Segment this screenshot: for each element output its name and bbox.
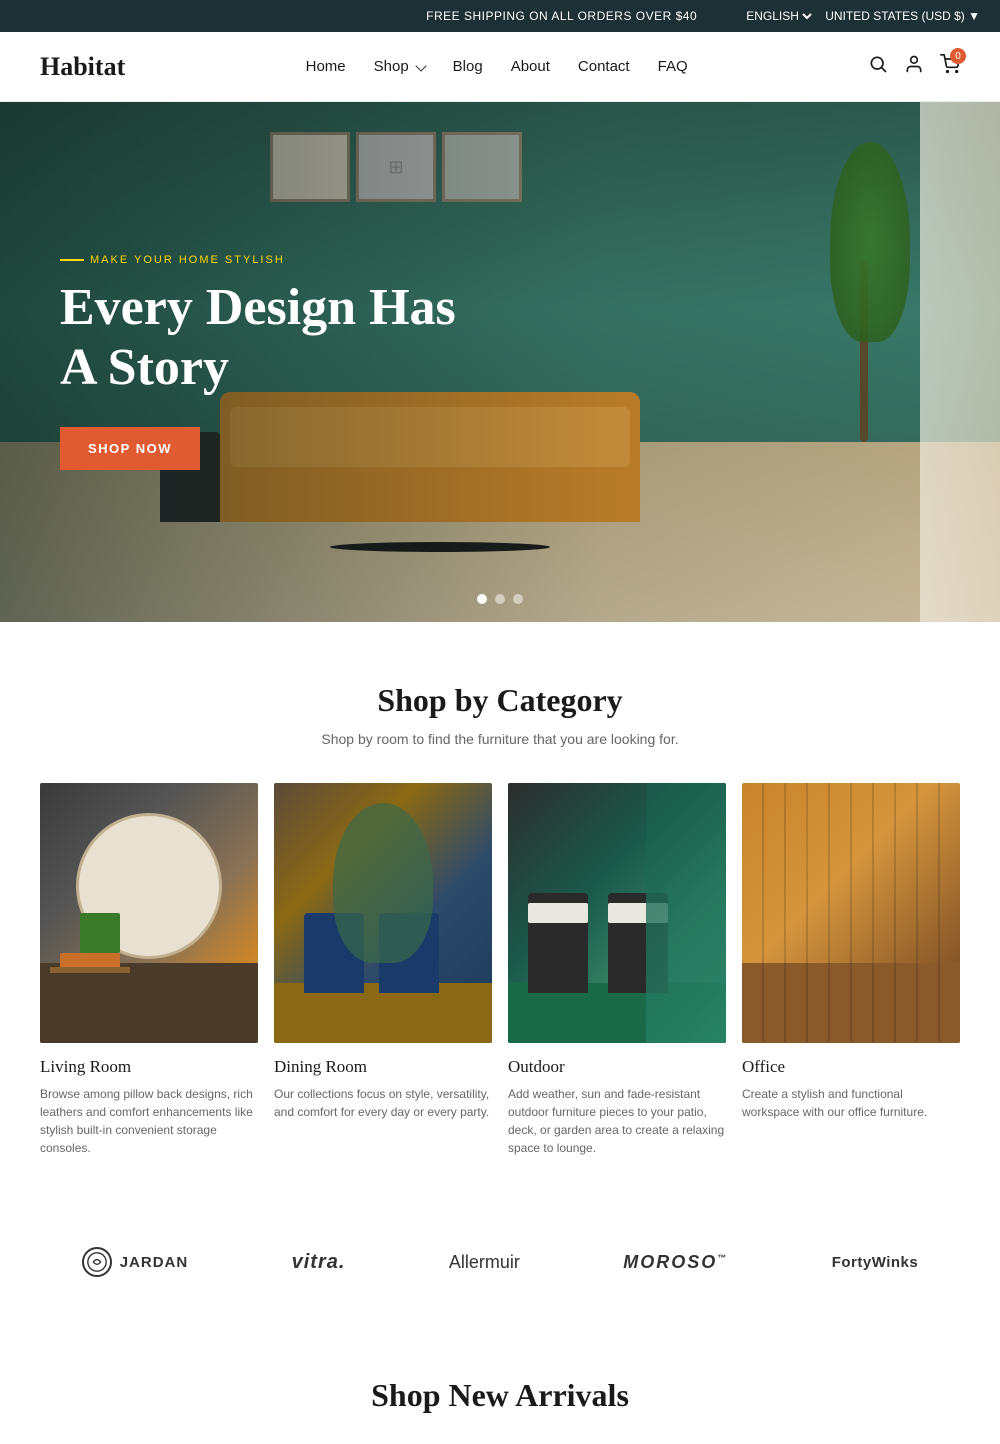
shop-by-category-section: Shop by Category Shop by room to find th… [0, 622, 1000, 1197]
nav-home[interactable]: Home [306, 58, 346, 75]
site-header: Habitat Home Shop Blog About Contact FAQ [0, 32, 1000, 102]
jardan-icon [82, 1247, 112, 1277]
top-bar-right: ENGLISH UNITED STATES (USD $) ▼ [742, 8, 980, 24]
category-living-room-desc: Browse among pillow back designs, rich l… [40, 1085, 258, 1157]
hero-dot-3[interactable] [513, 594, 523, 604]
brand-jardan-label: JARDAN [120, 1254, 189, 1271]
category-outdoor-desc: Add weather, sun and fade-resistant outd… [508, 1085, 726, 1157]
category-living-room-name: Living Room [40, 1057, 258, 1077]
nav-shop[interactable]: Shop [374, 58, 425, 75]
category-dining-room-image [274, 783, 492, 1043]
new-arrivals-title: Shop New Arrivals [40, 1377, 960, 1414]
category-dining-room-desc: Our collections focus on style, versatil… [274, 1085, 492, 1121]
shipping-announcement: FREE SHIPPING ON ALL ORDERS OVER $40 [381, 9, 742, 23]
hero-title: Every Design Has A Story [60, 278, 480, 398]
brand-moroso[interactable]: MOROSO™ [623, 1252, 728, 1273]
brand-allermuir[interactable]: Allermuir [449, 1252, 520, 1273]
category-dining-room-name: Dining Room [274, 1057, 492, 1077]
shop-chevron-icon [415, 60, 426, 71]
category-office[interactable]: Office Create a stylish and functional w… [742, 783, 960, 1157]
category-outdoor-image [508, 783, 726, 1043]
shop-category-subtitle: Shop by room to find the furniture that … [40, 731, 960, 747]
category-office-image [742, 783, 960, 1043]
brand-moroso-label: MOROSO™ [623, 1252, 728, 1273]
category-dining-room[interactable]: Dining Room Our collections focus on sty… [274, 783, 492, 1157]
shop-category-title: Shop by Category [40, 682, 960, 719]
new-arrivals-section: Shop New Arrivals [0, 1327, 1000, 1444]
brand-jardan[interactable]: JARDAN [82, 1247, 189, 1277]
header-icons: 0 [868, 54, 960, 79]
brand-vitra-label: vitra. [292, 1251, 346, 1274]
hero-section: ⊞ MAKE YOUR HOME STYLISH Every Design Ha… [0, 102, 1000, 622]
category-living-room-image [40, 783, 258, 1043]
search-icon[interactable] [868, 54, 888, 79]
category-outdoor-name: Outdoor [508, 1057, 726, 1077]
brands-section: JARDAN vitra. Allermuir MOROSO™ FortyWin… [0, 1197, 1000, 1327]
language-selector[interactable]: ENGLISH [742, 8, 815, 24]
account-icon[interactable] [904, 54, 924, 79]
category-grid: Living Room Browse among pillow back des… [40, 783, 960, 1157]
nav-blog[interactable]: Blog [453, 58, 483, 75]
main-nav: Home Shop Blog About Contact FAQ [306, 58, 688, 75]
cart-icon-wrap[interactable]: 0 [940, 54, 960, 79]
category-office-name: Office [742, 1057, 960, 1077]
brand-fortywinks[interactable]: FortyWinks [832, 1254, 919, 1271]
brands-row: JARDAN vitra. Allermuir MOROSO™ FortyWin… [40, 1247, 960, 1277]
hero-dots [477, 594, 523, 604]
hero-content: MAKE YOUR HOME STYLISH Every Design Has … [0, 102, 540, 622]
top-bar: FREE SHIPPING ON ALL ORDERS OVER $40 ENG… [0, 0, 1000, 32]
nav-contact[interactable]: Contact [578, 58, 630, 75]
brand-fortywinks-label: FortyWinks [832, 1254, 919, 1271]
hero-eyebrow: MAKE YOUR HOME STYLISH [60, 254, 480, 266]
nav-faq[interactable]: FAQ [658, 58, 688, 75]
hero-dot-1[interactable] [477, 594, 487, 604]
brand-allermuir-label: Allermuir [449, 1252, 520, 1273]
brand-vitra[interactable]: vitra. [292, 1251, 346, 1274]
category-outdoor[interactable]: Outdoor Add weather, sun and fade-resist… [508, 783, 726, 1157]
cart-count: 0 [950, 48, 966, 64]
nav-about[interactable]: About [511, 58, 550, 75]
category-living-room[interactable]: Living Room Browse among pillow back des… [40, 783, 258, 1157]
hero-shop-now-button[interactable]: SHOP NOW [60, 427, 200, 470]
site-logo[interactable]: Habitat [40, 52, 125, 82]
category-office-desc: Create a stylish and functional workspac… [742, 1085, 960, 1121]
currency-selector[interactable]: UNITED STATES (USD $) ▼ [825, 9, 980, 23]
hero-dot-2[interactable] [495, 594, 505, 604]
